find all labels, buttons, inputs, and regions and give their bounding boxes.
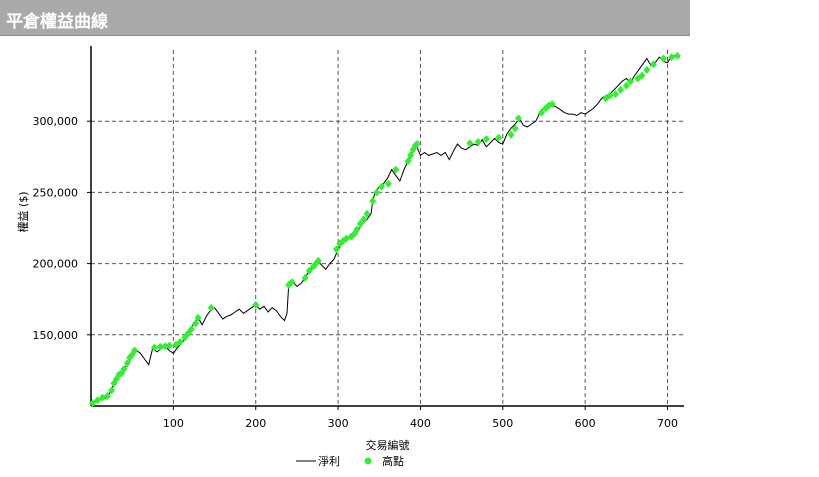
x-tick-label: 500 (492, 417, 513, 430)
x-tick-label: 700 (657, 417, 678, 430)
chart-ticks: 100 200 300 400 500 600 700 150,000 200,000 250,0… (33, 115, 679, 430)
series-line-net-profit (90, 55, 681, 404)
y-tick-label: 200,000 (33, 258, 79, 271)
equity-chart: 100 200 300 400 500 600 700 150,000 200,000 250,0… (16, 46, 684, 468)
y-tick-label: 150,000 (33, 329, 79, 342)
y-axis-label: 權益 ($) (16, 191, 30, 232)
legend-label-net-profit: 淨利 (318, 455, 340, 468)
chart-markers (89, 51, 681, 408)
high-point-marker (617, 85, 625, 94)
y-tick-label: 300,000 (33, 115, 79, 128)
high-point-marker (511, 124, 519, 133)
x-tick-label: 200 (245, 417, 266, 430)
chart-series (90, 55, 681, 404)
page-title: 平倉權益曲線 (6, 12, 108, 32)
x-tick-label: 400 (410, 417, 431, 430)
x-tick-label: 100 (163, 417, 184, 430)
y-tick-label: 250,000 (33, 186, 79, 199)
legend-label-highs: 高點 (382, 454, 404, 468)
high-point-marker (659, 54, 667, 63)
high-point-marker (369, 196, 377, 205)
high-point-marker (643, 65, 651, 74)
chart-axes (90, 46, 684, 407)
legend-marker-swatch (364, 457, 372, 465)
high-point-marker (378, 182, 386, 191)
high-point-marker (207, 303, 215, 312)
high-point-marker (673, 51, 681, 60)
high-point-marker (466, 139, 474, 148)
x-tick-label: 300 (328, 417, 349, 430)
x-tick-label: 600 (575, 417, 596, 430)
chart-axis-labels: 交易編號 權益 ($) (16, 191, 410, 452)
chart-grid (91, 50, 684, 406)
x-axis-label: 交易編號 (366, 438, 410, 452)
title-bar: 平倉權益曲線 (0, 0, 690, 36)
chart-legend: 淨利 高點 (296, 454, 404, 468)
